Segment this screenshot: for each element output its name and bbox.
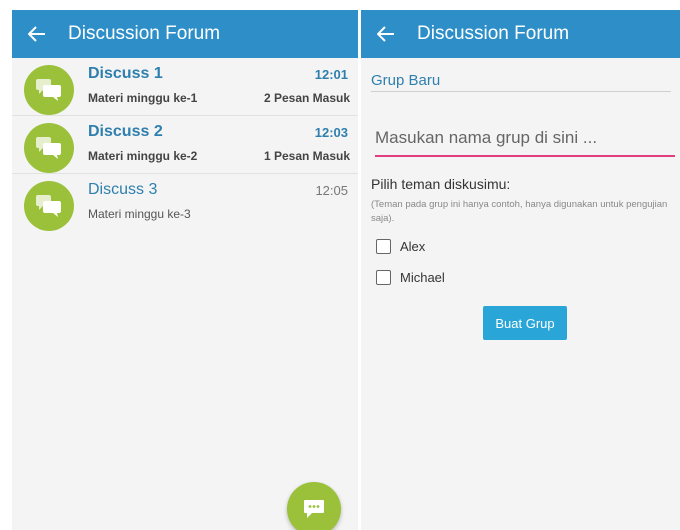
thread-time: 12:05 [315,183,348,198]
checkbox-label: Michael [400,270,445,285]
chat-bubble-icon [304,500,324,518]
friends-note: (Teman pada grup ini hanya contoh, hanya… [371,199,668,224]
group-name-input[interactable]: Masukan nama grup di sini ... [375,128,675,148]
thread-subtitle: Materi minggu ke-1 [88,91,198,105]
new-group-screen: Discussion Forum Grup Baru Masukan nama … [361,10,680,530]
input-underline [375,155,675,157]
thread-title: Discuss 3 [88,181,158,198]
chat-bubbles-icon [24,181,74,231]
create-group-button[interactable]: Buat Grup [483,306,567,340]
thread-title: Discuss 1 [88,65,163,82]
chat-bubbles-icon [24,65,74,115]
discussion-list-screen: Discussion Forum Discuss 1 Materi minggu… [12,10,358,530]
friend-checkbox-michael[interactable]: Michael [376,270,445,285]
checkbox[interactable] [376,239,391,254]
thread-time: 12:01 [314,67,348,82]
checkbox[interactable] [376,270,391,285]
friends-label: Pilih teman diskusimu: [371,176,511,192]
app-bar-title: Discussion Forum [68,23,221,44]
unread-count: 1 Pesan Masuk [263,149,350,163]
form-heading: Grup Baru [371,72,441,89]
thread-item[interactable]: Discuss 1 Materi minggu ke-1 12:01 2 Pes… [12,58,358,116]
thread-time: 12:03 [314,125,348,140]
arrow-left-icon[interactable] [24,10,50,58]
arrow-left-icon[interactable] [373,10,399,58]
heading-divider [371,91,671,92]
app-bar: Discussion Forum [361,10,680,58]
unread-count: 2 Pesan Masuk [263,91,350,105]
new-group-fab[interactable] [287,482,341,530]
checkbox-label: Alex [400,239,426,254]
thread-list: Discuss 1 Materi minggu ke-1 12:01 2 Pes… [12,58,358,231]
thread-subtitle: Materi minggu ke-3 [88,207,191,221]
friend-checkbox-alex[interactable]: Alex [376,239,425,254]
app-bar-title: Discussion Forum [417,23,570,44]
thread-item[interactable]: Discuss 2 Materi minggu ke-2 12:03 1 Pes… [12,116,358,174]
thread-title: Discuss 2 [88,123,163,140]
app-bar: Discussion Forum [12,10,358,58]
thread-subtitle: Materi minggu ke-2 [88,149,198,163]
chat-bubbles-icon [24,123,74,173]
thread-item[interactable]: Discuss 3 Materi minggu ke-3 12:05 [12,174,358,231]
